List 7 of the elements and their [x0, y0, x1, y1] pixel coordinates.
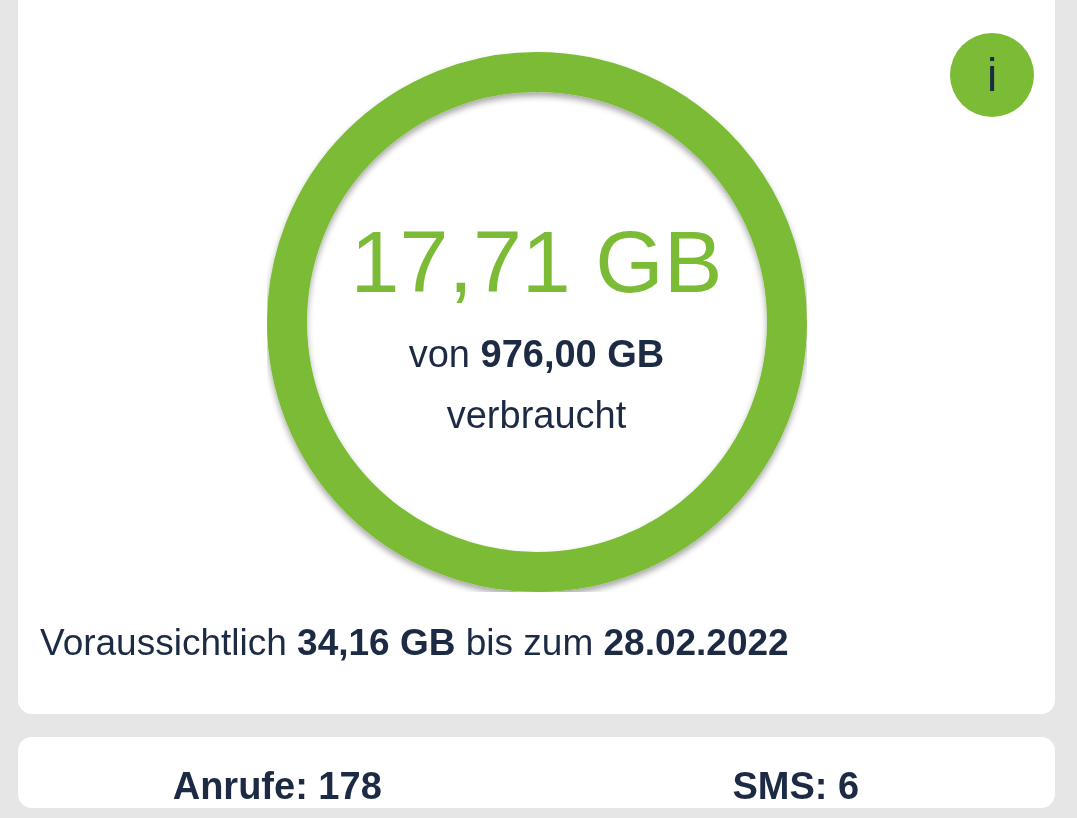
used-amount: 17,71 GB — [350, 218, 723, 307]
stat-label: SMS: 6 — [731, 765, 861, 808]
used-caption: verbraucht — [446, 393, 627, 438]
forecast-text: Voraussichtlich 34,16 GB bis zum 28.02.2022 — [40, 622, 789, 664]
stat-label: Anrufe: 178 — [171, 765, 383, 808]
info-button[interactable]: i — [950, 33, 1034, 117]
total-amount: von 976,00 GB — [408, 332, 665, 378]
